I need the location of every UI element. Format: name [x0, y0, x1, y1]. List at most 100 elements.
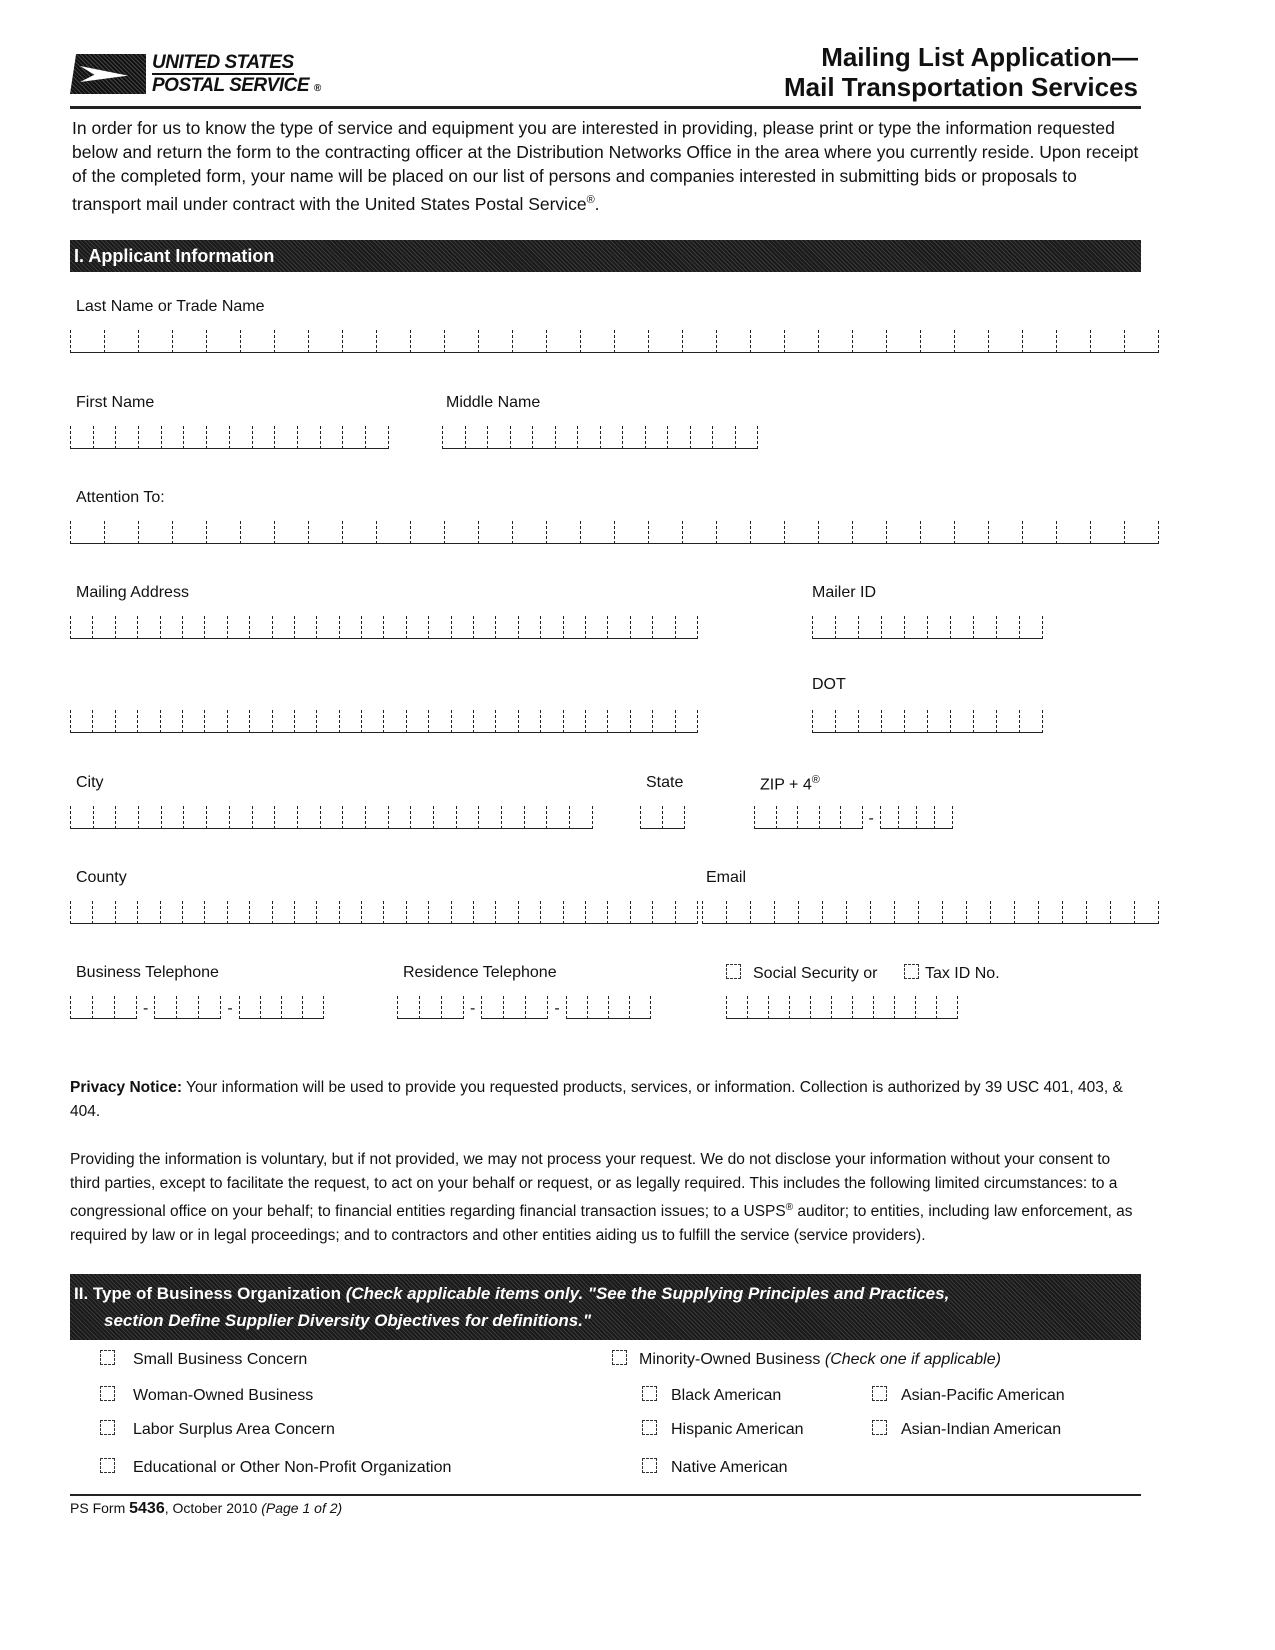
- char-box[interactable]: [682, 330, 716, 353]
- char-box[interactable]: [584, 901, 608, 924]
- state-field[interactable]: [640, 806, 685, 832]
- char-box[interactable]: [577, 426, 600, 449]
- char-box[interactable]: [562, 710, 585, 733]
- char-box[interactable]: [950, 616, 973, 639]
- char-box[interactable]: [789, 996, 810, 1019]
- char-box[interactable]: [383, 616, 406, 639]
- char-box[interactable]: [450, 616, 474, 639]
- char-box[interactable]: [894, 901, 918, 924]
- char-box[interactable]: [249, 901, 272, 924]
- char-box[interactable]: [361, 710, 384, 733]
- char-box[interactable]: [990, 901, 1014, 924]
- char-box[interactable]: [904, 710, 927, 733]
- char-box[interactable]: [607, 901, 630, 924]
- char-box[interactable]: [996, 616, 1019, 639]
- char-box[interactable]: [115, 806, 139, 829]
- char-box[interactable]: [915, 996, 936, 1019]
- char-box[interactable]: [662, 806, 685, 829]
- char-box[interactable]: [584, 616, 608, 639]
- char-box[interactable]: [1062, 901, 1086, 924]
- char-box[interactable]: [176, 996, 199, 1019]
- char-box[interactable]: [879, 806, 898, 829]
- char-box[interactable]: [181, 616, 205, 639]
- char-box[interactable]: [629, 616, 653, 639]
- char-box[interactable]: [383, 901, 406, 924]
- char-box[interactable]: [487, 426, 510, 449]
- char-box[interactable]: [716, 330, 750, 353]
- char-box[interactable]: [648, 330, 682, 353]
- char-box[interactable]: [114, 616, 138, 639]
- char-box[interactable]: [996, 710, 1019, 733]
- char-box[interactable]: [628, 996, 651, 1019]
- char-box[interactable]: [92, 901, 115, 924]
- char-box[interactable]: [870, 901, 894, 924]
- char-box[interactable]: [920, 521, 954, 544]
- char-box[interactable]: [160, 806, 184, 829]
- char-box[interactable]: [464, 426, 487, 449]
- char-box[interactable]: [104, 330, 138, 353]
- char-box[interactable]: [1022, 521, 1056, 544]
- char-box[interactable]: [812, 710, 835, 733]
- char-box[interactable]: [580, 330, 614, 353]
- char-box[interactable]: [988, 330, 1022, 353]
- char-box[interactable]: [495, 901, 518, 924]
- char-box[interactable]: [667, 426, 690, 449]
- char-box[interactable]: [70, 616, 93, 639]
- char-box[interactable]: [271, 710, 294, 733]
- char-box[interactable]: [1124, 330, 1159, 353]
- char-box[interactable]: [410, 806, 433, 829]
- char-box[interactable]: [271, 616, 294, 639]
- checkbox-item-asian-indian[interactable]: Asian-Indian American: [872, 1420, 1061, 1439]
- char-box[interactable]: [473, 616, 496, 639]
- char-box[interactable]: [614, 521, 648, 544]
- char-box[interactable]: [138, 426, 161, 449]
- char-box[interactable]: [586, 996, 608, 1019]
- checkbox[interactable]: [612, 1350, 627, 1365]
- char-box[interactable]: [450, 901, 474, 924]
- char-box[interactable]: [897, 806, 916, 829]
- char-box[interactable]: [342, 426, 365, 449]
- char-box[interactable]: [1014, 901, 1038, 924]
- char-box[interactable]: [387, 806, 411, 829]
- char-box[interactable]: [495, 710, 518, 733]
- email-field[interactable]: [702, 901, 1159, 927]
- char-box[interactable]: [927, 616, 950, 639]
- county-field[interactable]: [70, 901, 698, 927]
- char-box[interactable]: [607, 616, 630, 639]
- char-box[interactable]: [835, 710, 858, 733]
- zip-ext-field[interactable]: [879, 806, 953, 832]
- char-box[interactable]: [473, 710, 496, 733]
- first-name-field[interactable]: [70, 426, 389, 452]
- char-box[interactable]: [674, 616, 698, 639]
- char-box[interactable]: [137, 616, 160, 639]
- char-box[interactable]: [206, 426, 229, 449]
- char-box[interactable]: [726, 901, 750, 924]
- char-box[interactable]: [138, 330, 172, 353]
- char-box[interactable]: [835, 616, 858, 639]
- char-box[interactable]: [784, 521, 818, 544]
- char-box[interactable]: [540, 710, 563, 733]
- char-box[interactable]: [822, 901, 846, 924]
- char-box[interactable]: [886, 521, 920, 544]
- checkbox-item-minority-owned[interactable]: Minority-Owned Business (Check one if ap…: [612, 1350, 1001, 1369]
- char-box[interactable]: [428, 901, 451, 924]
- char-box[interactable]: [1038, 901, 1062, 924]
- char-box[interactable]: [455, 806, 479, 829]
- char-box[interactable]: [383, 710, 406, 733]
- char-box[interactable]: [376, 521, 410, 544]
- char-box[interactable]: [338, 710, 362, 733]
- business-phone-line[interactable]: [238, 996, 324, 1022]
- char-box[interactable]: [852, 996, 873, 1019]
- char-box[interactable]: [652, 710, 675, 733]
- char-box[interactable]: [973, 710, 996, 733]
- char-box[interactable]: [364, 426, 389, 449]
- char-box[interactable]: [517, 710, 541, 733]
- char-box[interactable]: [784, 330, 818, 353]
- char-box[interactable]: [159, 616, 182, 639]
- char-box[interactable]: [70, 426, 93, 449]
- char-box[interactable]: [936, 996, 958, 1019]
- char-box[interactable]: [183, 806, 207, 829]
- checkbox-item-labor-surplus[interactable]: Labor Surplus Area Concern: [100, 1420, 335, 1439]
- char-box[interactable]: [410, 330, 444, 353]
- char-box[interactable]: [478, 806, 502, 829]
